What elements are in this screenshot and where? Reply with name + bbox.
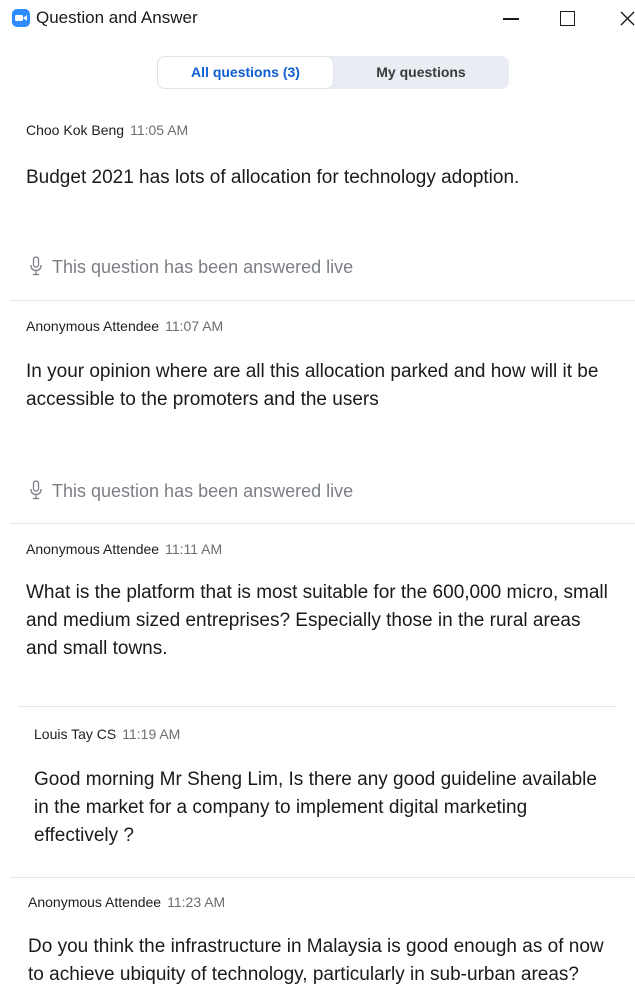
close-button[interactable]	[602, 0, 635, 36]
question-time: 11:23 AM	[167, 894, 226, 910]
window-title: Question and Answer	[36, 8, 198, 27]
maximize-icon	[560, 11, 575, 26]
question-meta: Choo Kok Beng 11:05 AM	[26, 122, 188, 138]
microphone-icon	[30, 256, 42, 276]
close-icon	[620, 11, 635, 26]
microphone-icon	[30, 480, 42, 500]
answered-live-status: This question has been answered live	[30, 480, 353, 502]
question-text: Budget 2021 has lots of allocation for t…	[26, 167, 520, 188]
question-text: What is the platform that is most suitab…	[26, 582, 608, 659]
question-author: Louis Tay CS	[34, 726, 117, 742]
question-time: 11:11 AM	[165, 541, 223, 557]
divider	[10, 523, 635, 524]
tab-all-questions[interactable]: All questions (3)	[158, 57, 333, 88]
question-text: Do you think the infrastructure in Malay…	[28, 936, 604, 985]
answered-live-status: This question has been answered live	[30, 256, 353, 278]
divider	[10, 300, 635, 301]
question-author: Choo Kok Beng	[26, 122, 125, 138]
question-meta: Louis Tay CS 11:19 AM	[34, 726, 180, 742]
divider	[10, 877, 635, 878]
minimize-button[interactable]	[492, 0, 532, 36]
question-meta: Anonymous Attendee 11:11 AM	[26, 541, 222, 557]
question-meta: Anonymous Attendee 11:23 AM	[28, 894, 225, 910]
tab-my-questions[interactable]: My questions	[333, 56, 509, 89]
maximize-button[interactable]	[548, 0, 588, 36]
question-text: In your opinion where are all this alloc…	[26, 361, 599, 410]
divider	[18, 706, 616, 707]
question-author: Anonymous Attendee	[26, 318, 160, 334]
zoom-app-icon	[12, 9, 30, 27]
qa-window: Question and Answer All questions (3) My…	[0, 0, 635, 1007]
minimize-icon	[503, 18, 519, 20]
title-bar: Question and Answer	[0, 0, 635, 36]
answered-status-text: This question has been answered live	[52, 481, 354, 501]
question-meta: Anonymous Attendee 11:07 AM	[26, 318, 223, 334]
question-time: 11:05 AM	[130, 122, 189, 138]
question-filter-tabs: All questions (3) My questions	[157, 56, 509, 89]
question-time: 11:07 AM	[165, 318, 224, 334]
question-time: 11:19 AM	[122, 726, 181, 742]
question-text: Good morning Mr Sheng Lim, Is there any …	[34, 769, 597, 846]
answered-status-text: This question has been answered live	[52, 257, 354, 277]
question-author: Anonymous Attendee	[28, 894, 162, 910]
question-author: Anonymous Attendee	[26, 541, 160, 557]
